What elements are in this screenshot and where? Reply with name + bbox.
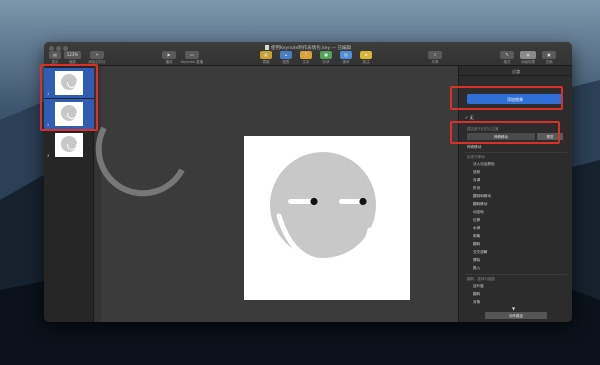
- text-icon: T: [304, 52, 308, 57]
- media-button[interactable]: ▨: [340, 51, 352, 59]
- media-label: 媒体: [342, 60, 350, 64]
- document-label: 文稿: [545, 60, 553, 64]
- comment-label: 批注: [362, 60, 370, 64]
- table-label: 表格: [262, 60, 270, 64]
- shape-button[interactable]: ■: [320, 51, 332, 59]
- animate-label: 动画效果: [521, 60, 535, 64]
- action-path-button[interactable]: 动作路径: [485, 312, 547, 319]
- view-button[interactable]: ▤: [49, 51, 61, 59]
- effect-item[interactable]: 水滴: [473, 226, 480, 231]
- effect-item[interactable]: 推入: [473, 266, 480, 271]
- keynote-window: 使用Keynote制作表情包.key — 已编辑 ▤ 显示 123% 缩放 + …: [44, 42, 572, 322]
- magic-move-item[interactable]: 神奇移动: [467, 145, 481, 150]
- effect-item[interactable]: 翻到和移动: [473, 194, 491, 199]
- animate-button[interactable]: ◈: [520, 51, 536, 59]
- document-panel-icon: ▣: [547, 52, 551, 57]
- titlebar: 使用Keynote制作表情包.key — 已编辑 ▤ 显示 123% 缩放 + …: [44, 42, 572, 66]
- slide-canvas[interactable]: [94, 66, 458, 322]
- format-label: 格式: [503, 60, 511, 64]
- share-label: 共享: [431, 60, 439, 64]
- checkmark-icon: ✓: [465, 115, 469, 120]
- effect-item[interactable]: 位移: [473, 218, 480, 223]
- document-icon: [265, 45, 270, 50]
- document-button[interactable]: ▣: [542, 51, 556, 59]
- text-label: 文本: [302, 60, 310, 64]
- inspector-tab-transition[interactable]: 过渡: [459, 66, 572, 76]
- divider: [465, 152, 567, 153]
- keynote-live-label: Keynote 直播: [180, 60, 204, 64]
- chart-label: 图表: [282, 60, 290, 64]
- image-icon: ▨: [344, 52, 348, 57]
- effect-item[interactable]: 对角: [473, 300, 480, 305]
- brush-icon: ✎: [505, 52, 509, 57]
- keynote-live-button[interactable]: ▭: [185, 51, 199, 59]
- effect-item[interactable]: 折页: [473, 186, 480, 191]
- add-slide-button[interactable]: +: [90, 51, 104, 59]
- effect-item[interactable]: 淡入淡出颜色: [473, 162, 495, 167]
- share-button[interactable]: ⇪: [428, 51, 442, 59]
- slide-number: 3: [47, 154, 50, 158]
- display-icon: ▭: [190, 52, 194, 57]
- highlight-box-add-effect: [450, 86, 563, 110]
- slide-preview: [55, 133, 83, 157]
- scroll-down-icon[interactable]: ▼: [512, 306, 515, 311]
- share-icon: ⇪: [433, 52, 437, 57]
- format-button[interactable]: ✎: [500, 51, 514, 59]
- current-slide[interactable]: [244, 136, 410, 300]
- smiley-face[interactable]: [244, 136, 410, 300]
- effect-item[interactable]: 对调: [473, 178, 480, 183]
- chart-icon: ▴: [284, 52, 287, 57]
- comment-icon: ▪: [364, 52, 368, 57]
- effect-item[interactable]: 翻转: [473, 292, 480, 297]
- plus-icon: +: [95, 52, 99, 57]
- table-button[interactable]: ▦: [260, 51, 272, 59]
- play-button[interactable]: ▶: [162, 51, 176, 59]
- effect-item[interactable]: 放射: [473, 170, 480, 175]
- shape-label: 形状: [322, 60, 330, 64]
- sidebar-icon: ▤: [53, 52, 57, 57]
- divider: [465, 274, 567, 275]
- chart-button[interactable]: ▴: [280, 51, 292, 59]
- shape-icon: ■: [324, 52, 328, 57]
- effect-item[interactable]: 剥离: [473, 234, 480, 239]
- table-icon: ▦: [264, 52, 268, 57]
- effect-item[interactable]: 交叉溶解: [473, 250, 487, 255]
- play-icon: ▶: [167, 52, 171, 57]
- highlight-box-magic-move: [450, 121, 560, 144]
- effect-item[interactable]: 翻转: [473, 242, 480, 247]
- animate-icon: ◈: [526, 52, 530, 57]
- zoom-value: 123%: [66, 52, 79, 57]
- appear-move-header: 出现与移动: [467, 155, 485, 159]
- flip-rotate-header: 翻转、旋转与缩放: [467, 277, 495, 281]
- effect-item[interactable]: 翻转移动: [473, 202, 487, 207]
- highlight-box-slides: [40, 64, 98, 131]
- comment-button[interactable]: ▪: [360, 51, 372, 59]
- effect-item[interactable]: 擦除: [473, 258, 480, 263]
- effect-item[interactable]: 动态地: [473, 210, 484, 215]
- slide-thumbnail-3[interactable]: 3: [44, 130, 94, 160]
- text-button[interactable]: T: [300, 51, 312, 59]
- zoom-dropdown[interactable]: 123%: [64, 51, 81, 59]
- effect-item[interactable]: 百叶窗: [473, 284, 484, 289]
